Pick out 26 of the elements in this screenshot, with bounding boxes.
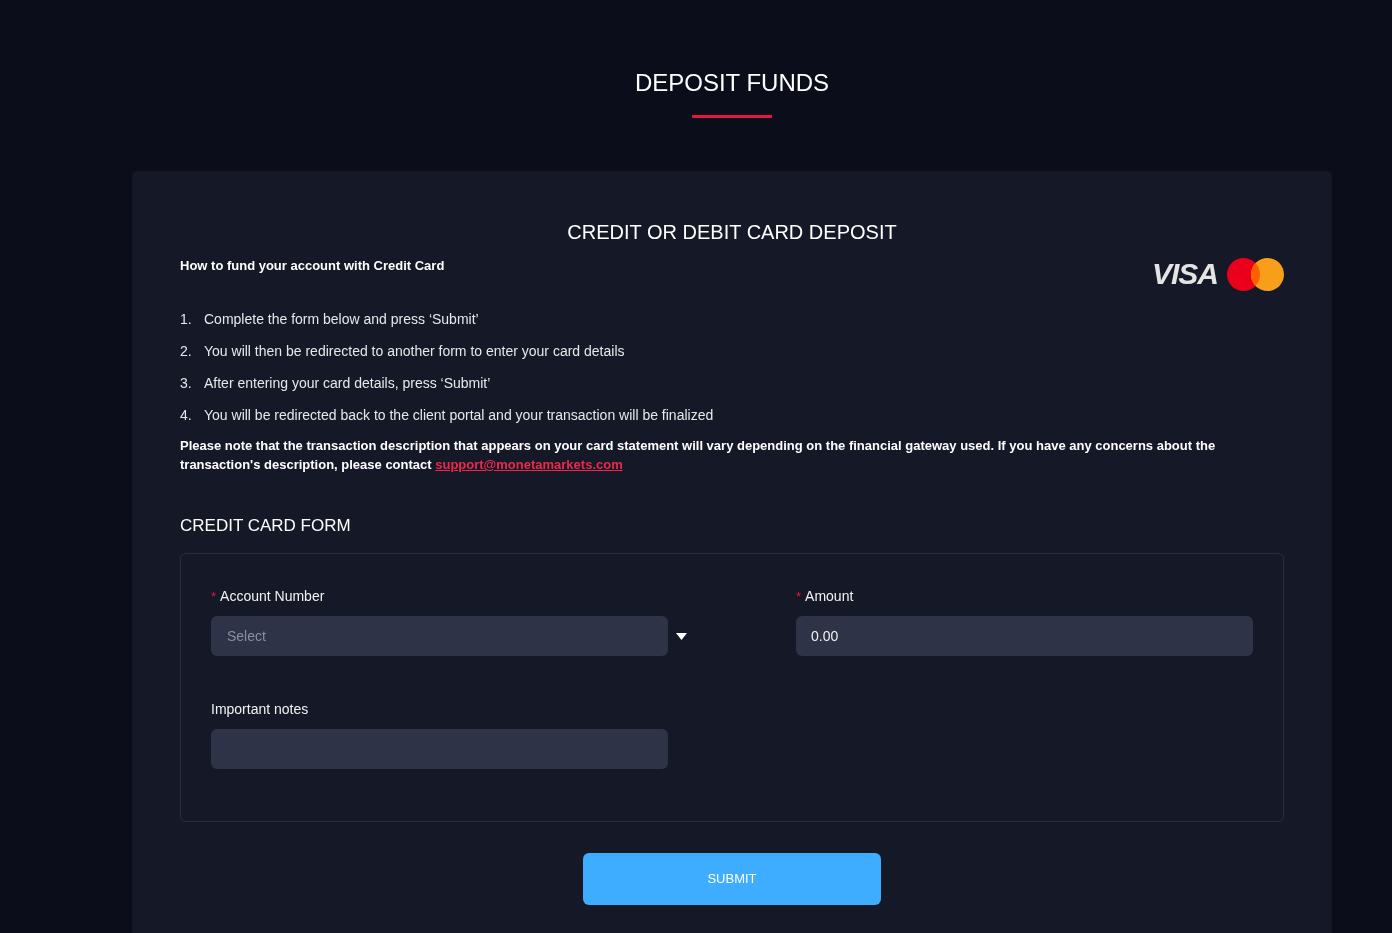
step-number: 3. xyxy=(180,373,193,393)
required-mark: * xyxy=(211,589,217,603)
form-title: CREDIT CARD FORM xyxy=(180,515,352,537)
page-title: DEPOSIT FUNDS xyxy=(634,68,830,98)
input-field[interactable] xyxy=(211,729,668,769)
step-text: You will be redirected back to the client portal and your transaction will be finalized xyxy=(204,405,714,425)
card-title: CREDIT OR DEBIT CARD DEPOSIT xyxy=(566,220,898,245)
note-text: Please note that the transaction description that appears on your card statement will vary depending on the financial gateway used. If you have any concerns about the transaction's description, please contact support@monetamarkets.com xyxy=(180,437,1217,474)
field-label: Account Number xyxy=(220,586,325,606)
input-field[interactable]: 0.00 xyxy=(796,616,1253,656)
step-number: 1. xyxy=(180,309,193,329)
field-label: Amount xyxy=(805,586,854,606)
overlapping-circles-icon xyxy=(1227,257,1284,291)
step-number: 2. xyxy=(180,341,193,361)
step-text: After entering your card details, press ‘Submit’ xyxy=(204,373,491,393)
step-text: You will then be redirected to another form to enter your card details xyxy=(204,341,625,361)
required-mark: * xyxy=(796,589,802,603)
field-label: Important notes xyxy=(211,699,309,719)
step-text: Complete the form below and press ‘Submit’ xyxy=(204,309,479,329)
submit-button[interactable]: SUBMIT xyxy=(583,853,881,905)
caret-icon[interactable] xyxy=(676,632,687,640)
instructions-heading: How to fund your account with Credit Card xyxy=(180,257,445,275)
support-email-link[interactable]: support@monetamarkets.com xyxy=(435,457,623,472)
step-number: 4. xyxy=(180,405,193,425)
account-select[interactable]: Select xyxy=(211,616,668,656)
visa-logo: VISA xyxy=(1151,257,1218,291)
